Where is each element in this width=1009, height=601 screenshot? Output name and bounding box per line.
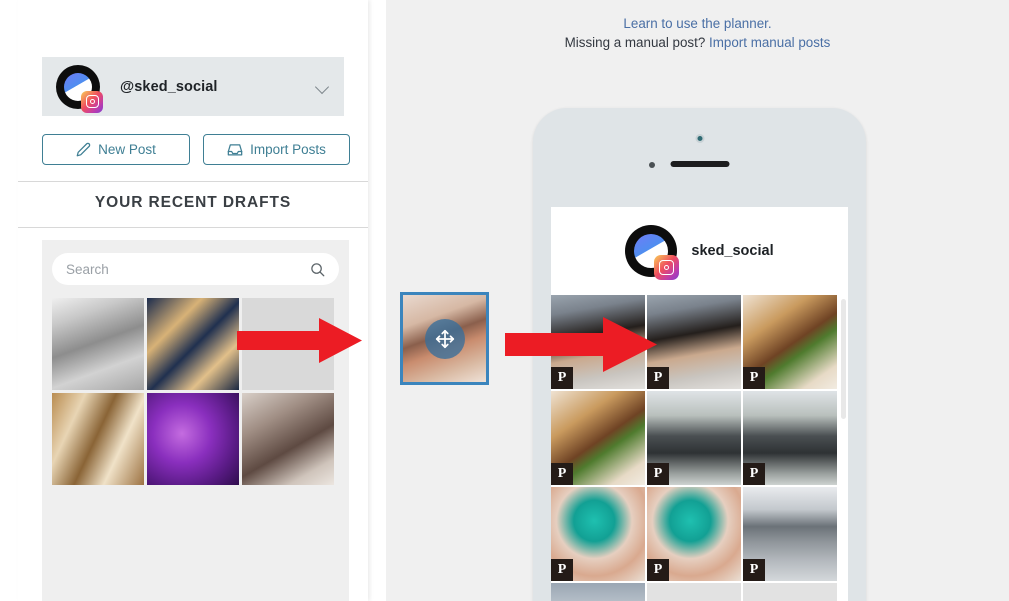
missing-manual-post-text: Missing a manual post?	[564, 35, 710, 50]
phone-speaker-icon	[670, 161, 729, 167]
import-posts-label: Import Posts	[250, 142, 326, 157]
search-icon[interactable]	[310, 262, 325, 277]
boutique-shelves	[52, 393, 144, 485]
phone-scrollbar-thumb[interactable]	[841, 299, 846, 419]
phone-post-cell[interactable]: P	[551, 487, 645, 581]
draft-thumbnail[interactable]	[52, 393, 144, 485]
search-box[interactable]	[52, 253, 339, 285]
post-type-badge: P	[743, 367, 765, 389]
post-type-badge: P	[551, 463, 573, 485]
sidebar-action-row: New Post Import Posts	[42, 134, 350, 165]
sked-social-logo-icon	[625, 225, 680, 280]
amethyst-crystals	[147, 393, 239, 485]
draft-thumbnail[interactable]	[52, 298, 144, 390]
post-type-badge: P	[647, 463, 669, 485]
instagram-icon	[654, 255, 680, 280]
phone-camera-icon	[695, 134, 704, 143]
phone-post-cell[interactable]	[647, 583, 741, 601]
post-type-badge: P	[647, 559, 669, 581]
shoe-display	[147, 298, 239, 390]
main-panel: Learn to use the planner. Missing a manu…	[386, 0, 1009, 601]
horizon-sky	[551, 583, 645, 601]
annotation-arrow-left	[237, 318, 362, 368]
phone-post-cell[interactable]: P	[743, 391, 837, 485]
phone-username: sked_social	[691, 243, 774, 259]
account-selector[interactable]: @sked_social	[42, 57, 344, 116]
move-arrows-icon[interactable]	[424, 318, 465, 359]
chevron-down-icon[interactable]	[316, 82, 330, 91]
woman-shopping-bags	[242, 393, 334, 485]
import-manual-posts-link[interactable]: Import manual posts	[709, 35, 830, 50]
phone-post-cell[interactable]: P	[743, 295, 837, 389]
phone-post-cell[interactable]: P	[647, 391, 741, 485]
app-root: @sked_social New Post Import Posts YOUR …	[0, 0, 1009, 601]
blank-post-1	[647, 583, 741, 601]
sked-social-logo-icon	[56, 64, 103, 113]
divider-below-drafts	[18, 227, 368, 228]
left-rail	[0, 0, 18, 601]
sidebar: @sked_social New Post Import Posts YOUR …	[18, 0, 368, 601]
phone-profile-header: sked_social	[551, 207, 848, 295]
phone-sensor-icon	[648, 162, 655, 168]
post-type-badge: P	[743, 463, 765, 485]
jewelry-tray	[52, 298, 144, 390]
search-input[interactable]	[66, 261, 310, 277]
phone-post-cell[interactable]: P	[743, 487, 837, 581]
phone-post-cell[interactable]	[551, 583, 645, 601]
phone-post-cell[interactable]: P	[647, 487, 741, 581]
drafts-heading: YOUR RECENT DRAFTS	[94, 194, 292, 211]
annotation-arrow-right	[505, 317, 657, 377]
phone-post-cell[interactable]: P	[551, 391, 645, 485]
phone-post-cell[interactable]: P	[647, 295, 741, 389]
phone-screen: sked_social PPPPPPPPP	[551, 207, 848, 601]
new-post-button[interactable]: New Post	[42, 134, 190, 165]
blank-post-2	[743, 583, 837, 601]
new-post-label: New Post	[98, 142, 156, 157]
post-type-badge: P	[551, 559, 573, 581]
account-name: @sked_social	[120, 78, 218, 95]
divider-above-drafts	[18, 181, 368, 182]
import-posts-button[interactable]: Import Posts	[203, 134, 350, 165]
helper-text-block: Learn to use the planner. Missing a manu…	[386, 14, 1009, 52]
draft-thumbnail[interactable]	[147, 298, 239, 390]
draft-thumbnail[interactable]	[147, 393, 239, 485]
pencil-icon	[76, 142, 91, 157]
drafts-panel	[42, 240, 349, 601]
post-type-badge: P	[743, 559, 765, 581]
inbox-tray-icon	[227, 142, 243, 157]
draft-thumbnail[interactable]	[242, 393, 334, 485]
learn-planner-link[interactable]: Learn to use the planner.	[623, 16, 771, 31]
phone-post-cell[interactable]	[743, 583, 837, 601]
instagram-icon	[81, 90, 103, 113]
dragged-draft-thumbnail[interactable]	[400, 292, 489, 385]
